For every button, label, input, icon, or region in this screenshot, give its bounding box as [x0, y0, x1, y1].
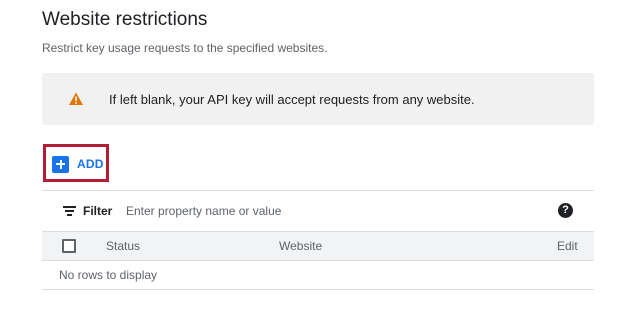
warning-banner: If left blank, your API key will accept …	[42, 73, 594, 125]
divider	[42, 289, 594, 290]
empty-table-message: No rows to display	[59, 268, 158, 282]
filter-icon[interactable]	[63, 206, 76, 216]
section-subtitle: Restrict key usage requests to the speci…	[42, 41, 328, 55]
add-button-label: ADD	[77, 157, 104, 171]
divider	[42, 260, 594, 261]
column-header-edit: Edit	[557, 239, 578, 253]
section-title: Website restrictions	[42, 9, 208, 30]
divider	[42, 190, 594, 191]
help-icon[interactable]: ?	[558, 203, 573, 218]
table-header-row: Status Website Edit	[42, 231, 594, 260]
filter-input[interactable]	[120, 199, 432, 223]
column-header-website[interactable]: Website	[279, 239, 322, 253]
warning-text: If left blank, your API key will accept …	[109, 92, 475, 107]
filter-label: Filter	[83, 204, 113, 218]
plus-icon	[52, 155, 69, 173]
warning-icon	[69, 92, 83, 105]
select-all-checkbox[interactable]	[62, 239, 76, 253]
column-header-status[interactable]: Status	[106, 239, 140, 253]
add-button[interactable]: ADD	[52, 154, 104, 174]
